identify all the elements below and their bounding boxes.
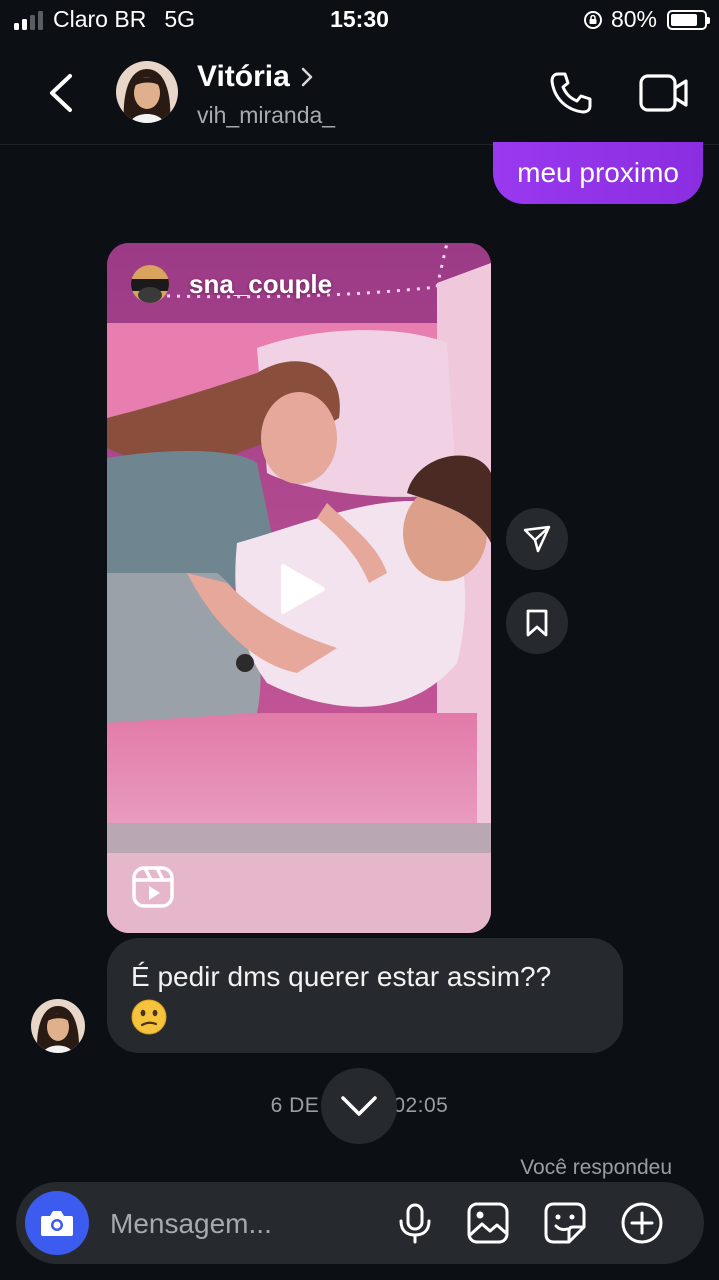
- received-message-text: É pedir dms querer estar assim??: [131, 961, 552, 992]
- battery-percent: 80%: [610, 6, 657, 32]
- message-composer: [16, 1182, 704, 1264]
- confused-face-icon: [131, 999, 167, 1035]
- status-bar: Claro BR 5G 15:30 80%: [0, 0, 719, 40]
- shared-reel-card[interactable]: sna_couple: [107, 243, 491, 933]
- rotation-lock-icon: [583, 10, 602, 29]
- contact-avatar[interactable]: [116, 61, 178, 123]
- phone-call-button[interactable]: [548, 70, 594, 116]
- dm-thread-screen: Claro BR 5G 15:30 80% Vitória vih_mirand…: [0, 0, 719, 1280]
- reels-icon: [132, 866, 174, 908]
- battery-icon: [667, 9, 710, 30]
- gallery-button[interactable]: [466, 1201, 510, 1245]
- back-button[interactable]: [40, 70, 82, 116]
- save-button[interactable]: [506, 592, 568, 654]
- chevron-right-icon: [301, 67, 313, 87]
- contact-username: vih_miranda_: [197, 102, 336, 128]
- scroll-to-bottom-button[interactable]: [321, 1068, 397, 1144]
- contact-name-label: Vitória: [197, 60, 290, 93]
- bookmark-icon: [526, 609, 548, 637]
- message-input[interactable]: [108, 1198, 382, 1250]
- sent-message-bubble[interactable]: meu proximo: [493, 142, 703, 204]
- camera-icon: [41, 1211, 73, 1236]
- sender-avatar[interactable]: [31, 999, 85, 1053]
- reel-owner-name: sna_couple: [189, 268, 333, 299]
- chat-header: Vitória vih_miranda_: [0, 44, 719, 145]
- reel-owner[interactable]: sna_couple: [131, 265, 332, 303]
- video-call-button[interactable]: [638, 72, 690, 114]
- reel-owner-avatar: [131, 265, 169, 303]
- microphone-button[interactable]: [393, 1201, 437, 1245]
- camera-button[interactable]: [25, 1191, 89, 1255]
- contact-name[interactable]: Vitória: [197, 60, 314, 94]
- plus-button[interactable]: [620, 1201, 664, 1245]
- chevron-down-icon: [341, 1096, 377, 1116]
- reply-note: Você respondeu: [520, 1156, 672, 1179]
- share-button[interactable]: [506, 508, 568, 570]
- sent-message-text: meu proximo: [517, 157, 679, 188]
- play-icon[interactable]: [273, 561, 329, 617]
- send-icon: [523, 525, 551, 553]
- received-message-bubble[interactable]: É pedir dms querer estar assim??: [107, 938, 623, 1053]
- sticker-button[interactable]: [543, 1201, 587, 1245]
